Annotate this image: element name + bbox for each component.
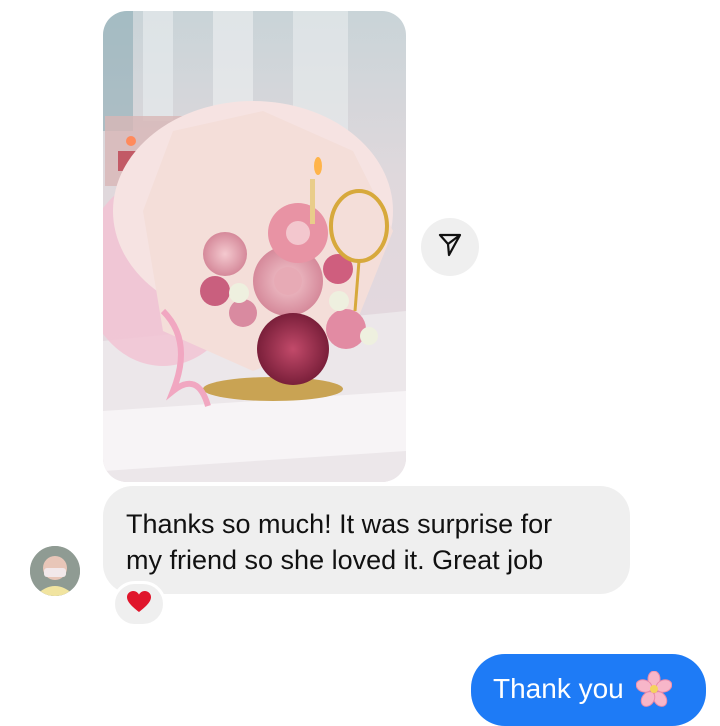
- shared-photo[interactable]: [103, 11, 406, 482]
- heart-reaction[interactable]: [112, 581, 166, 627]
- send-arrow-icon: [437, 232, 463, 263]
- incoming-message-line-1: Thanks so much! It was surprise for: [126, 509, 553, 539]
- share-button[interactable]: [421, 218, 479, 276]
- outgoing-message-bubble[interactable]: Thank you: [471, 654, 706, 726]
- avatar[interactable]: [30, 546, 80, 596]
- outgoing-message-text: Thank you: [493, 673, 624, 704]
- cherry-blossom-icon: [635, 670, 673, 707]
- incoming-message-bubble[interactable]: Thanks so much! It was surprise for my f…: [103, 486, 630, 594]
- incoming-message-line-2: my friend so she loved it. Great job: [126, 545, 544, 575]
- red-heart-icon: [126, 590, 152, 619]
- profile-photo-icon: [30, 546, 80, 596]
- bouquet-photo-icon: [103, 11, 406, 482]
